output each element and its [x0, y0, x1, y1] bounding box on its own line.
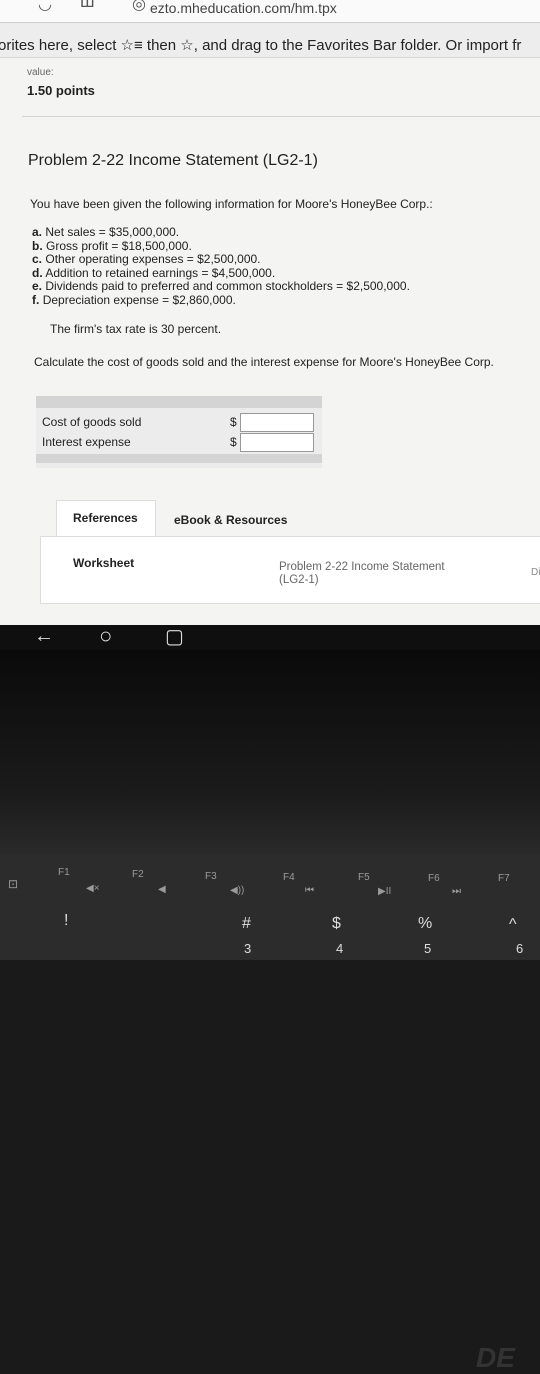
list-item: a. Net sales = $35,000,000. — [32, 225, 180, 239]
references-panel: Worksheet Problem 2-22 Income Statement … — [40, 536, 540, 604]
dollar-key[interactable]: $ — [332, 915, 341, 933]
back-icon[interactable]: ◡ — [38, 0, 52, 14]
interest-currency: $ — [230, 435, 237, 449]
laptop-bezel: DE — [0, 650, 540, 1373]
digit-6-key[interactable]: 6 — [516, 941, 523, 956]
percent-key[interactable]: % — [418, 915, 432, 933]
exclamation-key[interactable]: ! — [64, 912, 68, 930]
next-track-icon: ⏭ — [452, 886, 461, 897]
lock-key-icon[interactable]: ⊡ — [8, 877, 18, 891]
truncated-text: Di — [531, 567, 540, 578]
f7-key[interactable]: F7 — [498, 873, 510, 884]
worksheet-label[interactable]: Worksheet — [73, 556, 134, 570]
problem-intro: You have been given the following inform… — [30, 197, 433, 211]
play-pause-icon: ▶II — [378, 886, 392, 897]
problem-title: Problem 2-22 Income Statement (LG2-1) — [28, 152, 318, 169]
interest-expense-label: Interest expense — [42, 435, 131, 449]
f4-key[interactable]: F4 — [283, 872, 295, 883]
site-info-icon[interactable]: ◎ — [132, 0, 146, 14]
keyboard: ⊡ F1 F2 F3 F4 F5 F6 F7 ◀× ◀ ◀)) ⏮ ▶II ⏭ … — [0, 855, 540, 960]
android-nav-bar: ← ○ ▢ — [0, 623, 540, 650]
answer-table-footer — [36, 454, 322, 463]
given-information-list: a. Net sales = $35,000,000. b. Gross pro… — [32, 225, 410, 307]
recents-icon[interactable]: ▢ — [165, 624, 184, 649]
home-icon[interactable]: ○ — [99, 623, 112, 649]
cogs-label: Cost of goods sold — [42, 415, 142, 429]
answer-table: Cost of goods sold $ Interest expense $ — [36, 396, 322, 468]
cogs-currency: $ — [230, 415, 237, 429]
volume-up-icon: ◀)) — [230, 885, 245, 896]
list-item: c. Other operating expenses = $2,500,000… — [32, 252, 261, 266]
list-item: e. Dividends paid to preferred and commo… — [32, 279, 410, 293]
tab-references[interactable]: References — [56, 500, 156, 540]
url-text[interactable]: ezto.mheducation.com/hm.tpx — [150, 0, 337, 16]
tab-ebook-resources[interactable]: eBook & Resources — [174, 513, 287, 527]
question-value: value: 1.50 points — [27, 67, 95, 98]
list-item: f. Depreciation expense = $2,860,000. — [32, 292, 236, 307]
cogs-input[interactable] — [240, 413, 314, 432]
hub-icon[interactable]: Ш — [80, 0, 95, 12]
volume-down-icon: ◀ — [158, 884, 166, 895]
interest-expense-input[interactable] — [240, 433, 314, 452]
f6-key[interactable]: F6 — [428, 873, 440, 884]
list-item: b. Gross profit = $18,500,000. — [32, 238, 192, 253]
hash-key[interactable]: # — [242, 915, 251, 933]
f3-key[interactable]: F3 — [205, 871, 217, 882]
points-value: 1.50 points — [27, 83, 95, 98]
f2-key[interactable]: F2 — [132, 869, 144, 880]
favorites-prompt: orites here, select ☆≡ then ☆, and drag … — [0, 37, 522, 54]
digit-3-key[interactable]: 3 — [244, 941, 251, 956]
mute-icon: ◀× — [86, 883, 100, 894]
f1-key[interactable]: F1 — [58, 867, 70, 878]
tax-rate-note: The firm's tax rate is 30 percent. — [50, 322, 222, 336]
f5-key[interactable]: F5 — [358, 872, 370, 883]
divider — [22, 116, 540, 117]
digit-4-key[interactable]: 4 — [336, 941, 343, 956]
previous-track-icon: ⏮ — [305, 885, 314, 896]
list-item: d. Addition to retained earnings = $4,50… — [32, 265, 276, 280]
resource-tabs: References eBook & Resources — [56, 500, 540, 540]
laptop-screen: ◡ Ш ◎ ezto.mheducation.com/hm.tpx orites… — [0, 0, 540, 625]
value-label: value: — [27, 67, 54, 78]
answer-table-header — [36, 396, 322, 408]
favorites-bar: orites here, select ☆≡ then ☆, and drag … — [0, 23, 540, 58]
question-prompt: Calculate the cost of goods sold and the… — [34, 355, 494, 369]
worksheet-link[interactable]: Problem 2-22 Income Statement (LG2-1) — [279, 561, 445, 587]
caret-key[interactable]: ^ — [509, 916, 517, 934]
back-arrow-icon[interactable]: ← — [34, 625, 54, 648]
digit-5-key[interactable]: 5 — [424, 941, 431, 956]
address-bar[interactable]: ◡ Ш ◎ ezto.mheducation.com/hm.tpx — [0, 0, 540, 23]
brand-logo: DE — [476, 1342, 515, 1373]
